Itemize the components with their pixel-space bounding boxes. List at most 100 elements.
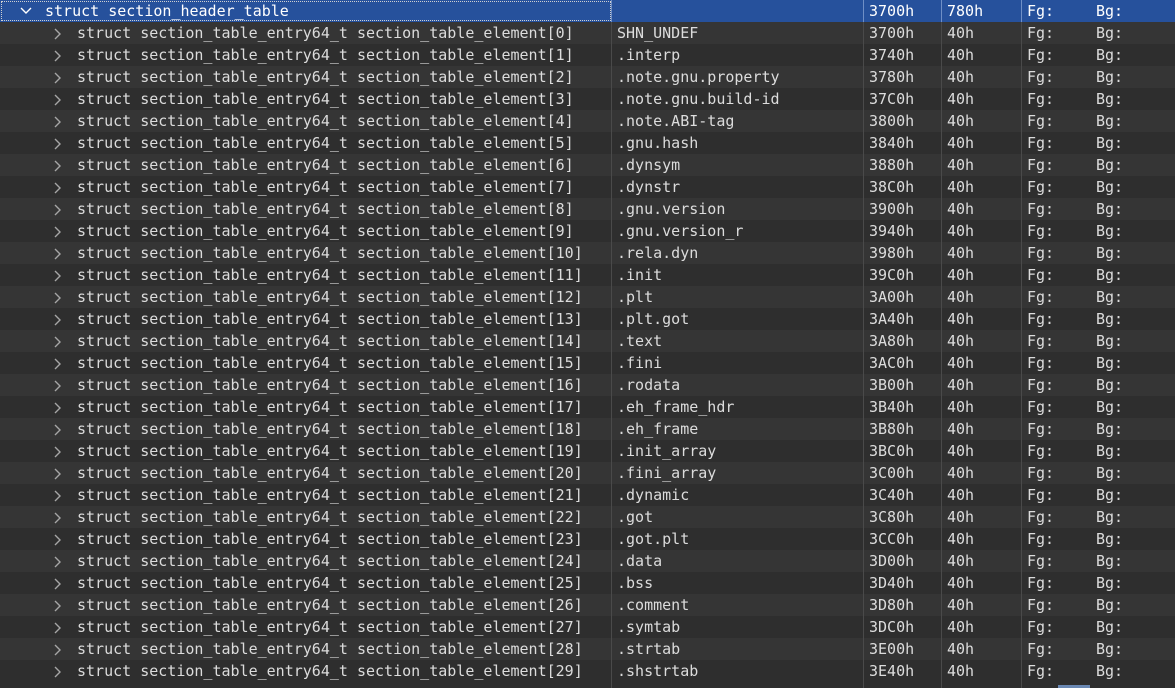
row-label: struct section_table_entry64_t section_t… <box>77 134 574 152</box>
chevron-right-icon[interactable] <box>50 550 64 572</box>
chevron-right-icon[interactable] <box>50 352 64 374</box>
chevron-right-icon[interactable] <box>50 286 64 308</box>
fg-label: Fg: <box>1027 46 1055 64</box>
tree-row-section-table-element[interactable]: struct section_table_entry64_t section_t… <box>0 594 1175 616</box>
size-cell: 40h <box>942 198 1022 220</box>
tree-row-section-table-element[interactable]: struct section_table_entry64_t section_t… <box>0 660 1175 682</box>
chevron-right-icon[interactable] <box>50 374 64 396</box>
color-cell: Fg: Bg: <box>1022 352 1175 374</box>
chevron-right-icon[interactable] <box>50 66 64 88</box>
tree-row-section-table-element[interactable]: struct section_table_entry64_t section_t… <box>0 550 1175 572</box>
tree-row-section-table-element[interactable]: struct section_table_entry64_t section_t… <box>0 286 1175 308</box>
chevron-right-icon[interactable] <box>50 418 64 440</box>
start-cell: 3D40h <box>864 572 942 594</box>
chevron-down-icon[interactable] <box>18 0 32 22</box>
chevron-right-icon[interactable] <box>50 528 64 550</box>
fg-label: Fg: <box>1027 442 1055 460</box>
chevron-right-icon[interactable] <box>50 154 64 176</box>
chevron-right-icon[interactable] <box>50 462 64 484</box>
name-cell: struct section_table_entry64_t section_t… <box>0 660 612 682</box>
size-cell: 40h <box>942 616 1022 638</box>
chevron-right-icon[interactable] <box>50 572 64 594</box>
row-label: struct section_table_entry64_t section_t… <box>77 552 583 570</box>
fg-label: Fg: <box>1027 530 1055 548</box>
row-label: struct section_table_entry64_t section_t… <box>77 112 574 130</box>
tree-row-section-table-element[interactable]: struct section_table_entry64_t section_t… <box>0 352 1175 374</box>
start-cell: 3800h <box>864 110 942 132</box>
color-cell: Fg: Bg: <box>1022 616 1175 638</box>
chevron-right-icon[interactable] <box>50 396 64 418</box>
color-cell: Fg: Bg: <box>1022 396 1175 418</box>
tree-row-section-table-element[interactable]: struct section_table_entry64_t section_t… <box>0 616 1175 638</box>
tree-row-section-header-table[interactable]: struct section_header_table 3700h 780h F… <box>0 0 1175 22</box>
tree-row-section-table-element[interactable]: struct section_table_entry64_t section_t… <box>0 330 1175 352</box>
chevron-right-icon[interactable] <box>50 88 64 110</box>
chevron-right-icon[interactable] <box>50 22 64 44</box>
chevron-right-icon[interactable] <box>50 264 64 286</box>
chevron-right-icon[interactable] <box>50 484 64 506</box>
tree-row-section-table-element[interactable]: struct section_table_entry64_t section_t… <box>0 462 1175 484</box>
start-cell: 3900h <box>864 198 942 220</box>
chevron-right-icon[interactable] <box>50 110 64 132</box>
tree-row-section-table-element[interactable]: struct section_table_entry64_t section_t… <box>0 440 1175 462</box>
fg-label: Fg: <box>1027 420 1055 438</box>
chevron-right-icon[interactable] <box>50 616 64 638</box>
tree-row-section-table-element[interactable]: struct section_table_entry64_t section_t… <box>0 44 1175 66</box>
chevron-right-icon[interactable] <box>50 440 64 462</box>
chevron-right-icon[interactable] <box>50 660 64 682</box>
name-cell: struct section_table_entry64_t section_t… <box>0 374 612 396</box>
start-cell: 3B40h <box>864 396 942 418</box>
start-cell: 3700h <box>864 22 942 44</box>
tree-row-section-table-element[interactable]: struct section_table_entry64_t section_t… <box>0 22 1175 44</box>
start-cell: 3AC0h <box>864 352 942 374</box>
tree-row-section-table-element[interactable]: struct section_table_entry64_t section_t… <box>0 220 1175 242</box>
fg-label: Fg: <box>1027 244 1055 262</box>
chevron-right-icon[interactable] <box>50 198 64 220</box>
tree-row-section-table-element[interactable]: struct section_table_entry64_t section_t… <box>0 66 1175 88</box>
chevron-right-icon[interactable] <box>50 330 64 352</box>
tree-row-section-table-element[interactable]: struct section_table_entry64_t section_t… <box>0 110 1175 132</box>
chevron-right-icon[interactable] <box>50 594 64 616</box>
tree-row-section-table-element[interactable]: struct section_table_entry64_t section_t… <box>0 88 1175 110</box>
bg-label: Bg: <box>1096 508 1124 526</box>
size-cell: 40h <box>942 44 1022 66</box>
tree-row-section-table-element[interactable]: struct section_table_entry64_t section_t… <box>0 374 1175 396</box>
bg-label: Bg: <box>1096 574 1124 592</box>
tree-row-section-table-element[interactable]: struct section_table_entry64_t section_t… <box>0 308 1175 330</box>
chevron-right-icon[interactable] <box>50 242 64 264</box>
chevron-right-icon[interactable] <box>50 176 64 198</box>
chevron-right-icon[interactable] <box>50 132 64 154</box>
tree-row-section-table-element[interactable]: struct section_table_entry64_t section_t… <box>0 132 1175 154</box>
tree-row-section-table-element[interactable]: struct section_table_entry64_t section_t… <box>0 264 1175 286</box>
tree-row-section-table-element[interactable]: struct section_table_entry64_t section_t… <box>0 572 1175 594</box>
tree-row-section-table-element[interactable]: struct section_table_entry64_t section_t… <box>0 154 1175 176</box>
template-results-tree[interactable]: struct section_header_table 3700h 780h F… <box>0 0 1175 688</box>
size-cell: 40h <box>942 264 1022 286</box>
tree-row-section-table-element[interactable]: struct section_table_entry64_t section_t… <box>0 528 1175 550</box>
chevron-down-icon[interactable] <box>18 682 32 688</box>
bg-label: Bg: <box>1096 398 1124 416</box>
start-cell: 3700h <box>864 0 942 22</box>
tree-row-section-table-element[interactable]: struct section_table_entry64_t section_t… <box>0 484 1175 506</box>
name-cell: struct section_table_entry64_t section_t… <box>0 88 612 110</box>
chevron-right-icon[interactable] <box>50 308 64 330</box>
chevron-right-icon[interactable] <box>50 638 64 660</box>
name-cell: struct section_table_entry64_t section_t… <box>0 440 612 462</box>
tree-row-partial[interactable] <box>0 682 1175 688</box>
tree-row-section-table-element[interactable]: struct section_table_entry64_t section_t… <box>0 418 1175 440</box>
tree-row-section-table-element[interactable]: struct section_table_entry64_t section_t… <box>0 506 1175 528</box>
name-cell: struct section_table_entry64_t section_t… <box>0 396 612 418</box>
start-cell: 3A00h <box>864 286 942 308</box>
size-cell: 40h <box>942 660 1022 682</box>
name-cell: struct section_table_entry64_t section_t… <box>0 462 612 484</box>
tree-row-section-table-element[interactable]: struct section_table_entry64_t section_t… <box>0 176 1175 198</box>
tree-row-section-table-element[interactable]: struct section_table_entry64_t section_t… <box>0 198 1175 220</box>
tree-row-section-table-element[interactable]: struct section_table_entry64_t section_t… <box>0 396 1175 418</box>
chevron-right-icon[interactable] <box>50 506 64 528</box>
bg-label: Bg: <box>1096 662 1124 680</box>
value-cell: .eh_frame_hdr <box>612 396 864 418</box>
chevron-right-icon[interactable] <box>50 44 64 66</box>
tree-row-section-table-element[interactable]: struct section_table_entry64_t section_t… <box>0 242 1175 264</box>
chevron-right-icon[interactable] <box>50 220 64 242</box>
tree-row-section-table-element[interactable]: struct section_table_entry64_t section_t… <box>0 638 1175 660</box>
